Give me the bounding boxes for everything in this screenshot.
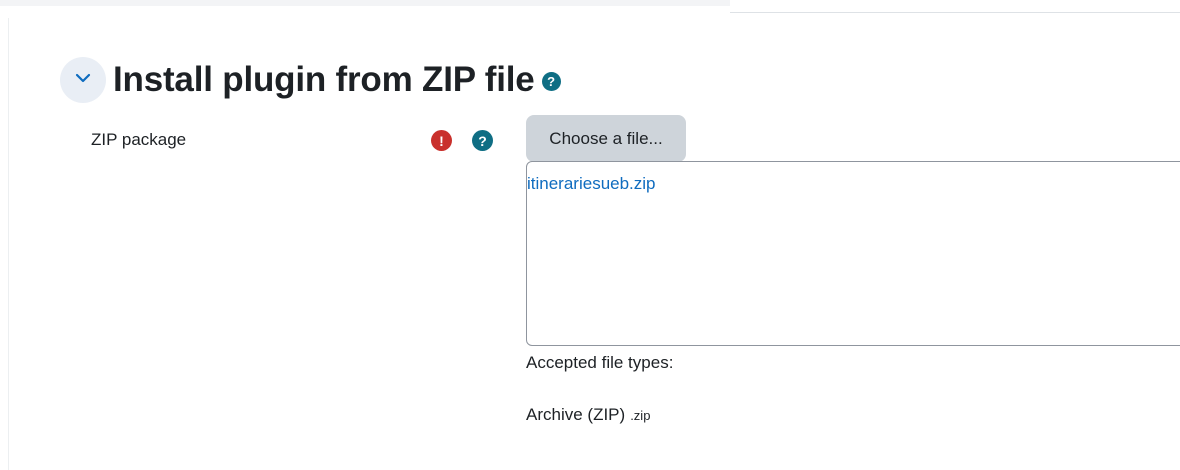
selected-file-link[interactable]: itinerariesueb.zip: [527, 174, 656, 194]
left-divider: [8, 18, 9, 470]
page: Install plugin from ZIP file ? ZIP packa…: [0, 0, 1180, 470]
choose-file-button[interactable]: Choose a file...: [526, 115, 686, 162]
top-border: [0, 0, 730, 6]
accepted-file-types-label: Accepted file types:: [526, 353, 674, 372]
section-help-icon[interactable]: ?: [541, 71, 561, 91]
accepted-type-item: Archive (ZIP) .zip: [526, 405, 650, 425]
zip-package-label: ZIP package: [91, 130, 187, 149]
top-divider: [730, 12, 1180, 13]
accepted-type-name: Archive (ZIP): [526, 405, 626, 424]
file-drop-area[interactable]: itinerariesueb.zip: [526, 161, 1180, 346]
section-header: Install plugin from ZIP file ?: [60, 57, 561, 103]
required-icon: !: [431, 130, 452, 151]
collapse-toggle-button[interactable]: [60, 57, 106, 103]
chevron-down-icon: [74, 71, 92, 89]
section-title: Install plugin from ZIP file: [113, 60, 535, 99]
accepted-type-ext: .zip: [630, 408, 651, 423]
zip-package-help-icon[interactable]: ?: [472, 130, 493, 151]
